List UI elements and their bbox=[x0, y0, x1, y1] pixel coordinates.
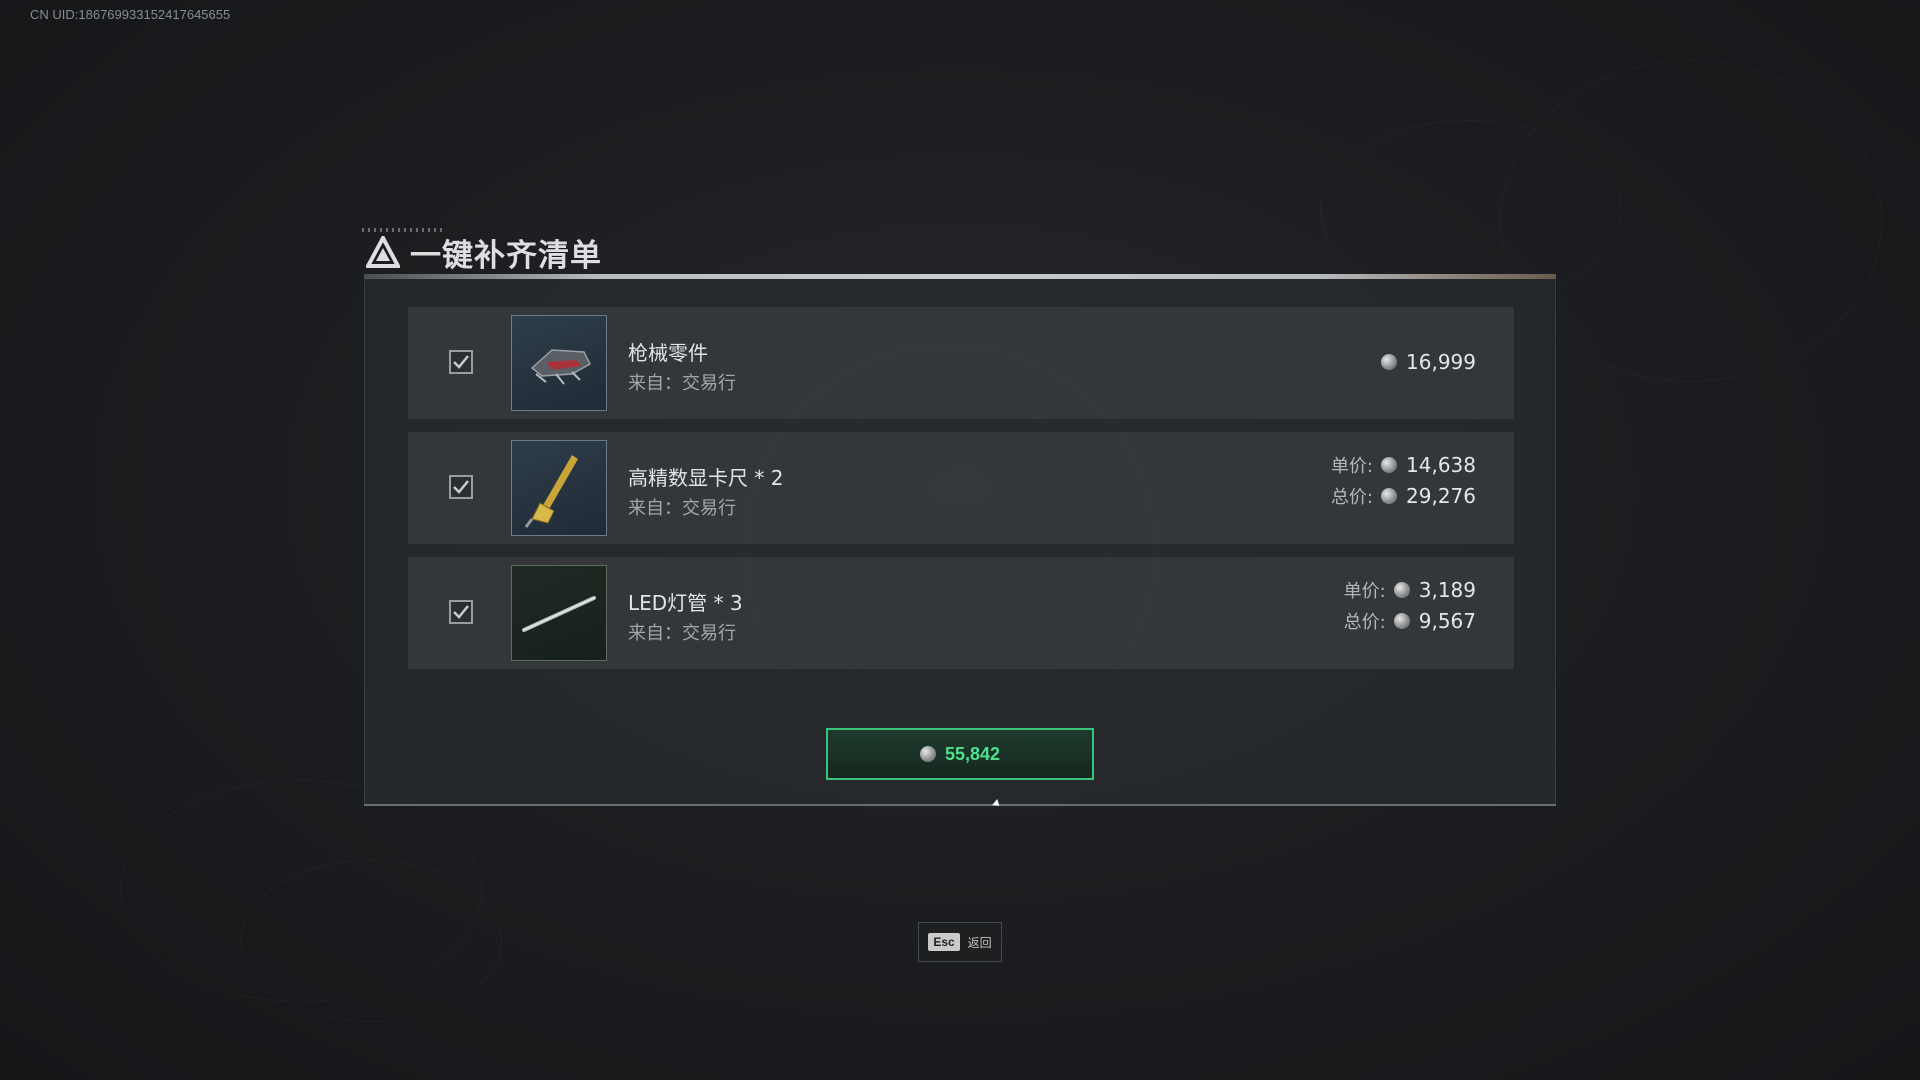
list-item[interactable]: LED灯管 * 3 来自：交易行 单价: 3,189 总价: 9,567 bbox=[408, 557, 1514, 669]
checkmark-icon bbox=[453, 355, 469, 369]
unit-price: 单价: 3,189 bbox=[1344, 577, 1476, 603]
dialog-header: 一键补齐清单 bbox=[366, 232, 602, 274]
panel-top-border bbox=[364, 274, 1556, 279]
total-price-value: 29,276 bbox=[1406, 484, 1476, 508]
checkmark-icon bbox=[453, 480, 469, 494]
background-topo-line bbox=[240, 860, 502, 1022]
unit-price-label: 单价: bbox=[1343, 581, 1386, 602]
esc-key-hint: Esc bbox=[928, 933, 960, 951]
panel-bottom-border bbox=[364, 804, 1556, 806]
coin-icon bbox=[1381, 488, 1398, 504]
checkmark-icon bbox=[453, 605, 469, 619]
back-button[interactable]: Esc 返回 bbox=[918, 922, 1002, 962]
item-source: 来自：交易行 bbox=[628, 623, 736, 644]
unit-price-value: 14,638 bbox=[1406, 453, 1476, 477]
total-price-label: 总价: bbox=[1330, 487, 1374, 508]
item-checkbox[interactable] bbox=[449, 475, 473, 499]
item-name: 枪械零件 bbox=[628, 341, 708, 365]
total-amount: 55,842 bbox=[944, 743, 1001, 764]
item-price: 16,999 bbox=[1381, 350, 1476, 374]
coin-icon bbox=[919, 746, 936, 762]
item-checkbox[interactable] bbox=[449, 600, 473, 624]
triangle-logo-icon bbox=[366, 236, 400, 268]
unit-price: 单价: 14,638 bbox=[1331, 452, 1476, 478]
led-tube-icon bbox=[511, 565, 607, 661]
item-source: 来自：交易行 bbox=[628, 498, 736, 519]
item-name: 高精数显卡尺 * 2 bbox=[628, 466, 784, 490]
gun-parts-icon bbox=[511, 315, 607, 411]
total-price-value: 9,567 bbox=[1418, 609, 1476, 633]
coin-icon bbox=[1393, 582, 1410, 598]
item-source: 来自：交易行 bbox=[628, 373, 736, 394]
coin-icon bbox=[1393, 613, 1410, 629]
coin-icon bbox=[1381, 457, 1398, 473]
item-checkbox[interactable] bbox=[449, 350, 473, 374]
unit-price-label: 单价: bbox=[1330, 456, 1374, 477]
digital-caliper-icon bbox=[511, 440, 607, 536]
unit-price-value: 3,189 bbox=[1418, 578, 1476, 602]
list-item[interactable]: 高精数显卡尺 * 2 来自：交易行 单价: 14,638 总价: 29,276 bbox=[408, 432, 1514, 544]
list-item[interactable]: 枪械零件 来自：交易行 16,999 bbox=[408, 307, 1514, 419]
uid-label: CN UID:18676993315241764565​5 bbox=[30, 7, 231, 22]
price-value: 16,999 bbox=[1406, 350, 1476, 374]
total-price-label: 总价: bbox=[1343, 612, 1386, 633]
background-topo-line bbox=[1500, 60, 1882, 382]
total-price: 总价: 9,567 bbox=[1344, 608, 1476, 634]
dialog-title: 一键补齐清单 bbox=[410, 237, 602, 274]
item-name: LED灯管 * 3 bbox=[628, 591, 743, 615]
purchase-total-button[interactable]: 55,842 bbox=[826, 728, 1094, 780]
coin-icon bbox=[1381, 354, 1398, 370]
total-price: 总价: 29,276 bbox=[1331, 483, 1476, 509]
back-label: 返回 bbox=[967, 935, 992, 950]
